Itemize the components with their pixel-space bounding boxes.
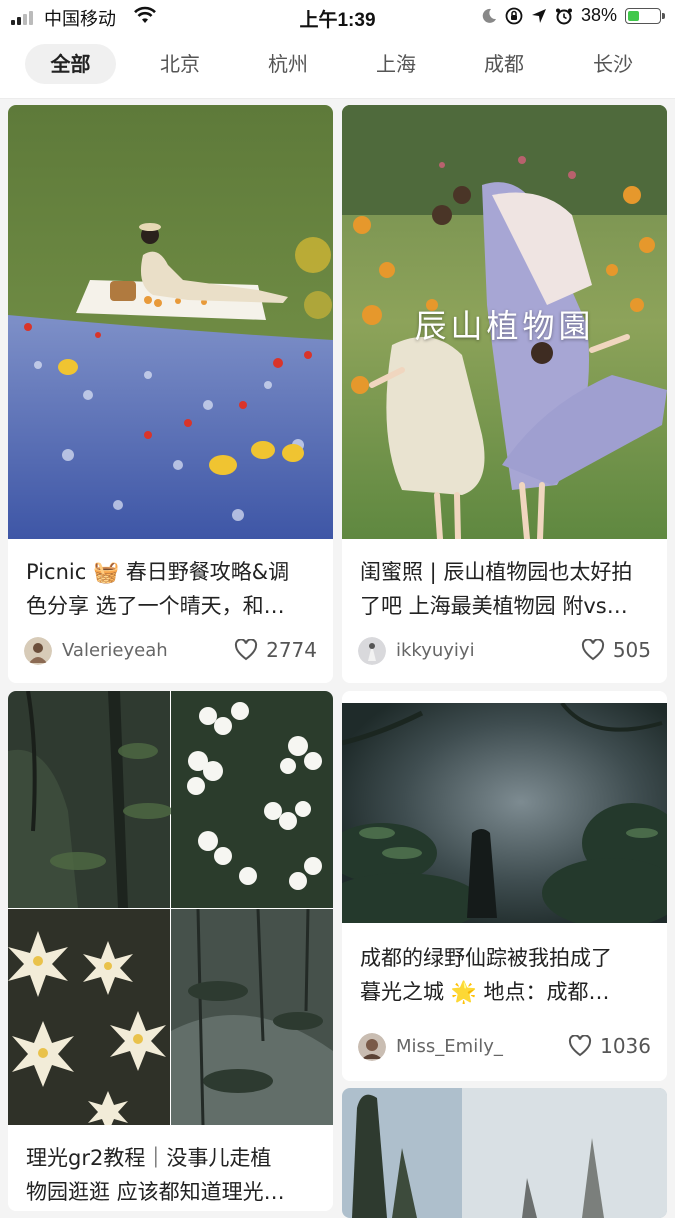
note-card[interactable]	[342, 1088, 667, 1218]
card-title-line2: 暮光之城 🌟 地点：成都…	[360, 980, 610, 1004]
tab-shanghai[interactable]: 上海	[356, 44, 436, 84]
location-icon	[531, 8, 546, 23]
heart-icon	[235, 639, 258, 661]
like-count: 1036	[600, 1034, 651, 1058]
author-name[interactable]: ikkyuyiyi	[396, 640, 475, 661]
card-title-line1: 闺蜜照 | 辰山植物园也太好拍	[360, 560, 633, 584]
card-title-line2: 色分享 选了一个晴天，和…	[26, 594, 285, 618]
tab-hangzhou[interactable]: 杭州	[248, 44, 328, 84]
like-button[interactable]: 505	[581, 638, 651, 662]
photo-collage	[8, 691, 333, 1125]
card-title-line2: 物园逛逛 应该都知道理光…	[26, 1180, 285, 1204]
like-count: 505	[612, 638, 651, 662]
tab-beijing[interactable]: 北京	[140, 44, 220, 84]
like-button[interactable]: 1036	[568, 1034, 651, 1058]
avatar[interactable]	[358, 637, 386, 665]
note-card[interactable]: 理光gr2教程｜没事儿走植 物园逛逛 应该都知道理光…	[8, 691, 333, 1211]
image-caption: 辰山植物園	[414, 307, 595, 345]
moon-icon	[482, 8, 496, 23]
author-name[interactable]: Valerieyeah	[62, 640, 168, 661]
battery-icon	[625, 7, 665, 24]
avatar[interactable]	[24, 637, 52, 665]
rotation-lock-icon	[505, 7, 523, 24]
status-bar: 中国移动 上午1:39 38%	[0, 0, 675, 34]
heart-icon	[569, 1035, 592, 1057]
alarm-icon	[555, 8, 572, 24]
card-title-line1: 成都的绿野仙踪被我拍成了	[360, 946, 612, 970]
note-card[interactable]: Picnic 🧺 春日野餐攻略&调 色分享 选了一个晴天，和… Valeriey…	[8, 105, 333, 683]
cactus-photo	[342, 1088, 667, 1218]
avatar[interactable]	[358, 1033, 386, 1061]
picnic-photo	[8, 105, 333, 539]
tab-all[interactable]: 全部	[25, 44, 116, 84]
tab-changsha[interactable]: 长沙	[573, 44, 653, 84]
like-count: 2774	[266, 638, 317, 662]
card-title-line1: 理光gr2教程｜没事儿走植	[26, 1146, 272, 1170]
note-card[interactable]: 辰山植物園 闺蜜照 | 辰山植物园也太好拍 了吧 上海最美植物园 附vs… ik…	[342, 105, 667, 683]
misty-forest-photo	[342, 703, 667, 923]
card-title-line1: Picnic 🧺 春日野餐攻略&调	[26, 560, 290, 584]
like-button[interactable]: 2774	[234, 638, 317, 662]
author-name[interactable]: Miss_Emily_	[396, 1036, 503, 1057]
tab-chengdu[interactable]: 成都	[464, 44, 544, 84]
note-card[interactable]: 成都的绿野仙踪被我拍成了 暮光之城 🌟 地点：成都… Miss_Emily_ 1…	[342, 691, 667, 1081]
heart-icon	[581, 639, 604, 661]
city-tabs: 全部 北京 杭州 上海 成都 长沙	[0, 34, 675, 99]
battery-percent: 38%	[580, 5, 617, 25]
card-title-line2: 了吧 上海最美植物园 附vs…	[360, 594, 628, 618]
